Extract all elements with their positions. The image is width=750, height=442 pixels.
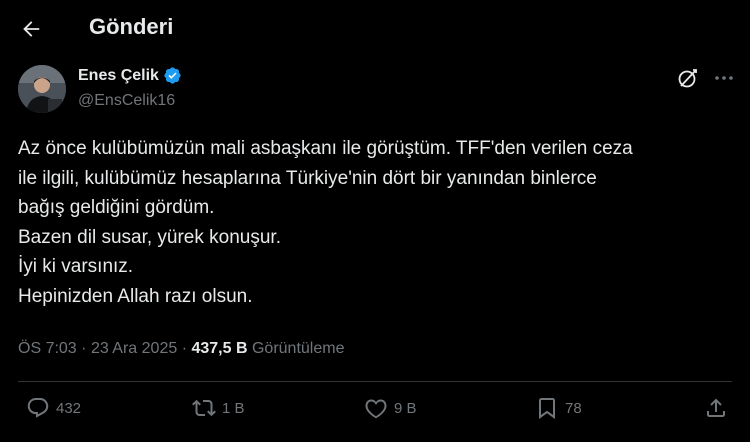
like-count: 9 B xyxy=(394,399,417,417)
divider xyxy=(18,381,732,382)
tweet-text: Az önce kulübümüzün mali asbaşkanı ile g… xyxy=(18,134,733,311)
meta-separator: · xyxy=(81,340,87,357)
repost-button[interactable]: 1 B xyxy=(192,396,245,420)
verified-badge-icon xyxy=(164,67,181,84)
top-bar: Gönderi xyxy=(0,0,750,56)
tweet-line: bağış geldiğini gördüm. xyxy=(18,197,215,218)
avatar[interactable] xyxy=(18,65,66,113)
tweet-time[interactable]: ÖS 7:03 xyxy=(18,340,77,357)
tweet-date[interactable]: 23 Ara 2025 xyxy=(91,340,177,357)
grok-icon xyxy=(678,69,697,88)
tweet-line: İyi ki varsınız. xyxy=(18,256,134,277)
author-name[interactable]: Enes Çelik xyxy=(78,67,159,85)
back-arrow-icon xyxy=(23,21,40,37)
bookmark-button[interactable]: 78 xyxy=(535,396,582,420)
back-button[interactable] xyxy=(14,12,48,46)
bookmark-count: 78 xyxy=(565,399,582,417)
author-handle[interactable]: @EnsCelik16 xyxy=(78,92,175,110)
avatar-photo-icon xyxy=(18,65,66,113)
tweet-meta: ÖS 7:03 · 23 Ara 2025 · 437,5 B Görüntül… xyxy=(18,340,344,358)
repost-icon xyxy=(192,399,216,417)
grok-button[interactable] xyxy=(676,66,700,90)
more-dots-icon xyxy=(715,76,733,80)
share-button[interactable] xyxy=(704,396,728,420)
tweet-line: Bazen dil susar, yürek konuşur. xyxy=(18,226,281,248)
like-button[interactable]: 9 B xyxy=(364,396,417,420)
share-icon xyxy=(707,398,725,417)
views-label: Görüntüleme xyxy=(251,340,345,357)
views-count: 437,5 B xyxy=(191,340,248,357)
bookmark-icon xyxy=(539,398,555,419)
tweet-line: ile ilgili, kulübümüz hesaplarına Türkiy… xyxy=(18,167,597,189)
repost-count: 1 B xyxy=(222,399,245,417)
heart-icon xyxy=(365,399,387,419)
meta-separator: · xyxy=(181,340,188,357)
action-bar: 432 1 B 9 B 78 xyxy=(0,396,750,432)
tweet-line: Hepinizden Allah razı olsun. xyxy=(18,285,253,307)
tweet-line: Az önce kulübümüzün mali asbaşkanı ile g… xyxy=(18,138,633,159)
reply-button[interactable]: 432 xyxy=(26,396,81,420)
page-title: Gönderi xyxy=(89,14,174,39)
author-name-row[interactable]: Enes Çelik xyxy=(78,66,182,85)
reply-icon xyxy=(27,398,49,418)
reply-count: 432 xyxy=(56,399,82,417)
more-options-button[interactable] xyxy=(712,66,736,90)
